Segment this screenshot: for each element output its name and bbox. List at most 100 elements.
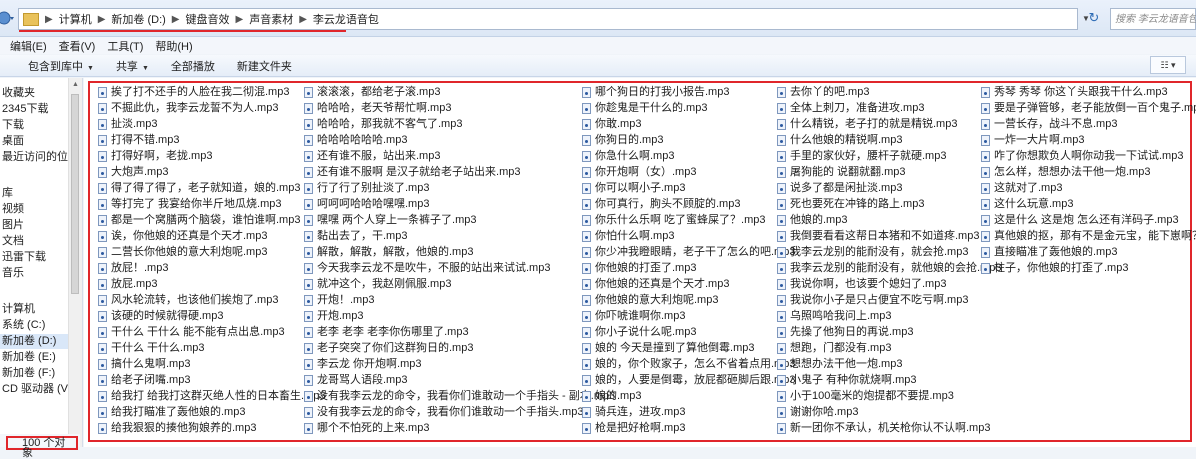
address-field[interactable]: ▶ 计算机 ▶ 新加卷 (D:) ▶ 键盘音效 ▶ 声音素材 ▶ 李云龙语音包 … xyxy=(18,8,1090,32)
file-item[interactable]: 乌照鸣哈我问上.mp3 xyxy=(777,308,1001,324)
share-button[interactable]: 共享 ▼ xyxy=(108,58,157,74)
sidebar-item[interactable]: 新加卷 (E:) xyxy=(2,350,56,365)
sidebar-item[interactable]: 库 xyxy=(2,186,13,201)
sidebar-item[interactable]: 文档 xyxy=(2,234,24,249)
file-item[interactable]: 行了行了别扯淡了.mp3 xyxy=(304,180,615,196)
file-item[interactable]: 你狗日的.mp3 xyxy=(582,132,795,148)
new-folder-button[interactable]: 新建文件夹 xyxy=(229,58,300,74)
file-item[interactable]: 给老子闭嘴.mp3 xyxy=(98,372,326,388)
file-item[interactable]: 哪个狗日的打我小报告.mp3 xyxy=(582,84,795,100)
breadcrumb-keyboard-sounds[interactable]: 键盘音效 xyxy=(186,11,230,27)
include-in-library-button[interactable]: 包含到库中 ▼ xyxy=(20,58,102,74)
file-item[interactable]: 打得不错.mp3 xyxy=(98,132,326,148)
sidebar-item[interactable]: 2345下载 xyxy=(2,102,48,117)
file-item[interactable]: 都是一个窝膳两个脑袋，谁怕谁啊.mp3 xyxy=(98,212,326,228)
file-item[interactable]: 打得好啊，老拢.mp3 xyxy=(98,148,326,164)
file-item[interactable]: 龙哥骂人语段.mp3 xyxy=(304,372,615,388)
file-item[interactable]: 解散，解散，解散，他娘的.mp3 xyxy=(304,244,615,260)
file-item[interactable]: 还有谁不服啊 是汉子就给老子站出来.mp3 xyxy=(304,164,615,180)
file-item[interactable]: 咋了你想欺负人啊你动我一下试试.mp3 xyxy=(981,148,1196,164)
file-item[interactable]: 李云龙 你开炮啊.mp3 xyxy=(304,356,615,372)
file-item[interactable]: 你怕什么啊.mp3 xyxy=(582,228,795,244)
file-item[interactable]: 这是什么 这是炮 怎么还有洋码子.mp3 xyxy=(981,212,1196,228)
recent-pages-chevron-icon[interactable] xyxy=(0,10,18,28)
search-box[interactable] xyxy=(1110,8,1196,30)
file-item[interactable]: 要是子弹管够，老子能放倒一百个鬼子.mp3 xyxy=(981,100,1196,116)
file-item[interactable]: 给我狠狠的揍他狗娘养的.mp3 xyxy=(98,420,326,436)
file-item[interactable]: 放屁！.mp3 xyxy=(98,260,326,276)
file-item[interactable]: 给我打瞄准了轰他娘的.mp3 xyxy=(98,404,326,420)
breadcrumb-separator-icon[interactable]: ▶ xyxy=(98,14,106,25)
file-item[interactable]: 没有我李云龙的命令，我看你们谁敢动一个手指头 - 副本.mp3 xyxy=(304,388,615,404)
file-item[interactable]: 哈哈哈，那我就不客气了.mp3 xyxy=(304,116,615,132)
menu-edit[interactable]: 编辑(E) xyxy=(10,38,47,54)
file-item[interactable]: 怎么样，想想办法干他一炮.mp3 xyxy=(981,164,1196,180)
file-item[interactable]: 真他娘的抠，那有不是金元宝，能下崽啊？.mp3 xyxy=(981,228,1196,244)
sidebar-item[interactable]: 迅雷下载 xyxy=(2,250,46,265)
refresh-icon[interactable]: ↻ xyxy=(1086,10,1102,26)
file-item[interactable]: 你乐什么乐啊 吃了蜜蜂屎了？.mp3 xyxy=(582,212,795,228)
file-item[interactable]: 哈哈哈哈哈哈.mp3 xyxy=(304,132,615,148)
file-item[interactable]: 哈哈哈，老天爷帮忙啊.mp3 xyxy=(304,100,615,116)
file-item[interactable]: 不掘此仇，我李云龙誓不为人.mp3 xyxy=(98,100,326,116)
file-item[interactable]: 死也要死在冲锋的路上.mp3 xyxy=(777,196,1001,212)
breadcrumb-sound-materials[interactable]: 声音素材 xyxy=(249,11,293,27)
file-item[interactable]: 手里的家伙好，腰杆子就硬.mp3 xyxy=(777,148,1001,164)
file-item[interactable]: 放屁.mp3 xyxy=(98,276,326,292)
file-item[interactable]: 干什么 干什么.mp3 xyxy=(98,340,326,356)
file-item[interactable]: 一营长存，战斗不息.mp3 xyxy=(981,116,1196,132)
file-item[interactable]: 开炮.mp3 xyxy=(304,308,615,324)
file-item[interactable]: 给我打 给我打这群灭绝人性的日本畜生.mp3 xyxy=(98,388,326,404)
file-item[interactable]: 我说你啊，也该要个媳妇了.mp3 xyxy=(777,276,1001,292)
file-item[interactable]: 你他娘的意大利炮呢.mp3 xyxy=(582,292,795,308)
file-item[interactable]: 得了得了得了，老子就知道，娘的.mp3 xyxy=(98,180,326,196)
file-item[interactable]: 二营长你他娘的意大利炮呢.mp3 xyxy=(98,244,326,260)
file-item[interactable]: 直接瞄准了轰他娘的.mp3 xyxy=(981,244,1196,260)
file-item[interactable]: 你他娘的还真是个天才.mp3 xyxy=(582,276,795,292)
file-item[interactable]: 就冲这个，我赵刚佩服.mp3 xyxy=(304,276,615,292)
breadcrumb-current-folder[interactable]: 李云龙语音包 xyxy=(313,11,379,27)
file-item[interactable]: 该硬的时候就得硬.mp3 xyxy=(98,308,326,324)
file-item[interactable]: 我李云龙别的能耐没有，就会抢.mp3 xyxy=(777,244,1001,260)
play-all-button[interactable]: 全部播放 xyxy=(163,58,223,74)
file-item[interactable]: 你少冲我瞪眼睛，老子干了怎么的吧.mp3 xyxy=(582,244,795,260)
file-item[interactable]: 娘的，人要是倒霉，放屁都砸脚后跟.mp3 xyxy=(582,372,795,388)
file-item[interactable]: 你开炮啊（女）.mp3 xyxy=(582,164,795,180)
file-item[interactable]: 你急什么啊.mp3 xyxy=(582,148,795,164)
scroll-up-icon[interactable]: ▲ xyxy=(69,78,82,92)
search-input[interactable] xyxy=(1111,9,1196,29)
file-item[interactable]: 黏出去了，干.mp3 xyxy=(304,228,615,244)
file-item[interactable]: 谢谢你哈.mp3 xyxy=(777,404,1001,420)
file-item[interactable]: 没有我李云龙的命令，我看你们谁敢动一个手指头.mp3 xyxy=(304,404,615,420)
file-item[interactable]: 什么精锐，老子打的就是精锐.mp3 xyxy=(777,116,1001,132)
file-item[interactable]: 我倒要看看这帮日本猪和不如道疼.mp3 xyxy=(777,228,1001,244)
file-item[interactable]: 他娘的.mp3 xyxy=(777,212,1001,228)
file-item[interactable]: 你他娘的打歪了.mp3 xyxy=(582,260,795,276)
breadcrumb-separator-icon[interactable]: ▶ xyxy=(172,14,180,25)
sidebar-item[interactable]: 视频 xyxy=(2,202,24,217)
breadcrumb-computer[interactable]: 计算机 xyxy=(59,11,92,27)
file-item[interactable]: 今天我李云龙不是吹牛，不服的站出来试试.mp3 xyxy=(304,260,615,276)
change-view-icon[interactable]: ☷ ▾ xyxy=(1150,56,1186,74)
sidebar-item[interactable]: 图片 xyxy=(2,218,24,233)
file-item[interactable]: 大炮声.mp3 xyxy=(98,164,326,180)
file-item[interactable]: 还有谁不服，站出来.mp3 xyxy=(304,148,615,164)
file-item[interactable]: 娘的.mp3 xyxy=(582,388,795,404)
file-item[interactable]: 说多了都是闲扯淡.mp3 xyxy=(777,180,1001,196)
file-item[interactable]: 开炮！.mp3 xyxy=(304,292,615,308)
menu-view[interactable]: 查看(V) xyxy=(59,38,96,54)
file-item[interactable]: 你小子说什么呢.mp3 xyxy=(582,324,795,340)
file-item[interactable]: 娘的 今天是撞到了算他倒霉.mp3 xyxy=(582,340,795,356)
file-item[interactable]: 老子突突了你们这群狗日的.mp3 xyxy=(304,340,615,356)
breadcrumb-separator-icon[interactable]: ▶ xyxy=(299,14,307,25)
file-item[interactable]: 诶，你他娘的还真是个天才.mp3 xyxy=(98,228,326,244)
file-item[interactable]: 干什么 干什么 能不能有点出息.mp3 xyxy=(98,324,326,340)
sidebar-item[interactable]: 桌面 xyxy=(2,134,24,149)
file-item[interactable]: 扯淡.mp3 xyxy=(98,116,326,132)
sidebar-item[interactable]: 下载 xyxy=(2,118,24,133)
file-item[interactable]: 你敢.mp3 xyxy=(582,116,795,132)
file-item[interactable]: 想想办法干他一炮.mp3 xyxy=(777,356,1001,372)
file-item[interactable]: 我李云龙别的能耐没有，就他娘的会抢.mp3 xyxy=(777,260,1001,276)
file-item[interactable]: 你可真行，朐头不顾腚的.mp3 xyxy=(582,196,795,212)
breadcrumb-separator-icon[interactable]: ▶ xyxy=(236,14,244,25)
